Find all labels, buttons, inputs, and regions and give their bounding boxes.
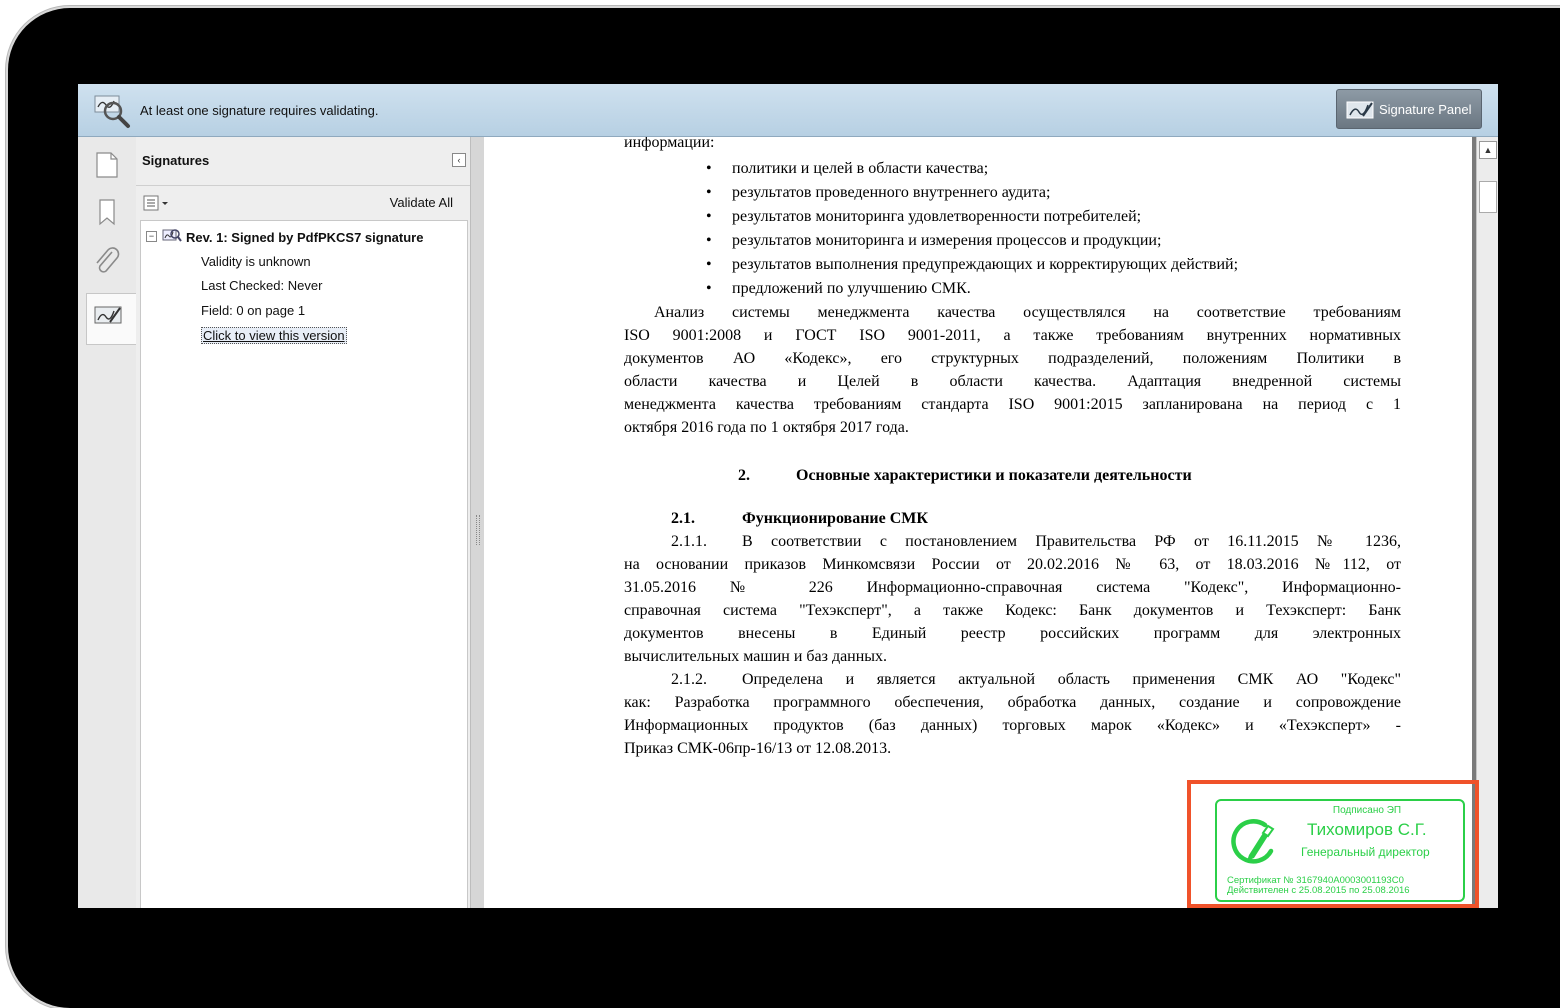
bullet-marker: • xyxy=(706,232,712,249)
subsection-title: Функционирование СМК xyxy=(742,510,928,527)
paragraph-line: октября 2016 года по 1 октября 2017 года… xyxy=(624,419,909,436)
paragraph-line: как: Разработка программного обеспечения… xyxy=(624,694,1401,711)
validity-status: Validity is unknown xyxy=(201,254,311,269)
paragraph-line: ISO 9001:2008 и ГОСТ ISO 9001-2011, а та… xyxy=(624,327,1401,344)
signer-name: Тихомиров С.Г. xyxy=(1307,820,1427,839)
bullet-item: результатов мониторинга удовлетворенност… xyxy=(732,208,1142,225)
signatures-icon[interactable] xyxy=(90,297,128,335)
message-text: At least one signature requires validati… xyxy=(140,103,379,118)
section-number: 2. xyxy=(738,467,750,484)
signature-rev-icon xyxy=(162,229,182,242)
signature-pen-icon xyxy=(1346,101,1374,119)
doc-line: информации: xyxy=(624,137,715,151)
revision-label[interactable]: Rev. 1: Signed by PdfPKCS7 signature xyxy=(186,230,423,245)
field-location: Field: 0 on page 1 xyxy=(201,303,306,318)
stamp-logo-icon xyxy=(1231,819,1275,864)
stamp-caption: Подписано ЭП xyxy=(1332,805,1402,816)
certificate-validity: Действителен с 25.08.2015 по 25.08.2016 xyxy=(1227,885,1410,896)
paragraph-line: вычислительных машин и баз данных. xyxy=(624,648,888,665)
scroll-up-arrow-icon[interactable]: ▲ xyxy=(1479,141,1497,159)
paperclip-icon[interactable] xyxy=(88,243,126,281)
bullet-item: политики и целей в области качества; xyxy=(732,160,989,177)
certificate-info: Сертификат № 3167940А0003001193С0 Действ… xyxy=(1227,876,1410,896)
document-message-bar: At least one signature requires validati… xyxy=(78,84,1498,137)
paragraph-line: 31.05.2016 № 226 Информационно-справочна… xyxy=(624,579,1401,596)
expand-minus-icon[interactable]: − xyxy=(146,231,157,242)
signature-panel-button[interactable]: Signature Panel xyxy=(1336,89,1482,129)
validate-all-button[interactable]: Validate All xyxy=(390,195,453,210)
vertical-scrollbar[interactable]: ▲ xyxy=(1476,137,1498,908)
view-version-link[interactable]: Click to view this version xyxy=(201,327,347,344)
paragraph-line: Информационных продуктов (баз данных) то… xyxy=(624,717,1401,734)
scroll-thumb[interactable] xyxy=(1479,181,1497,213)
bullet-item: результатов выполнения предупреждающих и… xyxy=(732,256,1239,273)
divider xyxy=(136,185,470,186)
pages-icon[interactable] xyxy=(88,145,126,183)
paragraph-line: на основании приказов Минкомсвязи России… xyxy=(624,556,1401,573)
bullet-marker: • xyxy=(706,160,712,177)
bullet-marker: • xyxy=(706,280,712,297)
paragraph-line: Приказ СМК-06пр-16/13 от 12.08.2013. xyxy=(624,740,892,757)
magnifier-signature-icon xyxy=(94,95,130,128)
bullet-marker: • xyxy=(706,256,712,273)
splitter-grip[interactable] xyxy=(476,515,480,545)
bullet-item: результатов мониторинга и измерения проц… xyxy=(732,232,1162,249)
paragraph-number: 2.1.2. xyxy=(671,671,707,688)
bookmark-icon[interactable] xyxy=(88,193,126,231)
paragraph-line: менеджмента качества требованиям стандар… xyxy=(624,396,1401,413)
signature-stamp[interactable]: Подписано ЭП Тихомиров С.Г. Генеральный … xyxy=(1215,799,1465,902)
paragraph-line: документов внесены в Единый реестр росси… xyxy=(624,625,1401,642)
paragraph-line: В соответствии с постановлением Правител… xyxy=(742,533,1401,550)
bullet-marker: • xyxy=(706,208,712,225)
paragraph-line: области качества и Целей в области качес… xyxy=(624,373,1401,390)
signatures-tree: − Rev. 1: Signed by PdfPKCS7 signature V… xyxy=(140,220,468,908)
navigation-rail xyxy=(78,137,137,908)
panel-title: Signatures xyxy=(142,153,210,168)
paragraph-line: документов АО «Кодекс», его структурных … xyxy=(624,350,1401,367)
signature-panel-label: Signature Panel xyxy=(1379,102,1472,117)
paragraph-line: Анализ системы менеджмента качества осущ… xyxy=(654,304,1401,321)
paragraph-number: 2.1.1. xyxy=(671,533,707,550)
paragraph-line: Определена и является актуальной область… xyxy=(742,671,1401,688)
section-title: Основные характеристики и показатели дея… xyxy=(796,467,1192,484)
signer-position: Генеральный директор xyxy=(1301,845,1430,859)
last-checked: Last Checked: Never xyxy=(201,278,323,293)
collapse-panel-button[interactable]: ‹ xyxy=(452,153,466,167)
subsection-number: 2.1. xyxy=(671,510,695,527)
bullet-item: результатов проведенного внутреннего ауд… xyxy=(732,184,1051,201)
bullet-item: предложений по улучшению СМК. xyxy=(732,280,971,297)
options-icon[interactable] xyxy=(142,193,174,213)
paragraph-line: справочная система "Техэксперт", а также… xyxy=(624,602,1401,619)
bullet-marker: • xyxy=(706,184,712,201)
signatures-panel: Signatures ‹ Validate All − Rev. 1: Sign… xyxy=(136,137,470,908)
